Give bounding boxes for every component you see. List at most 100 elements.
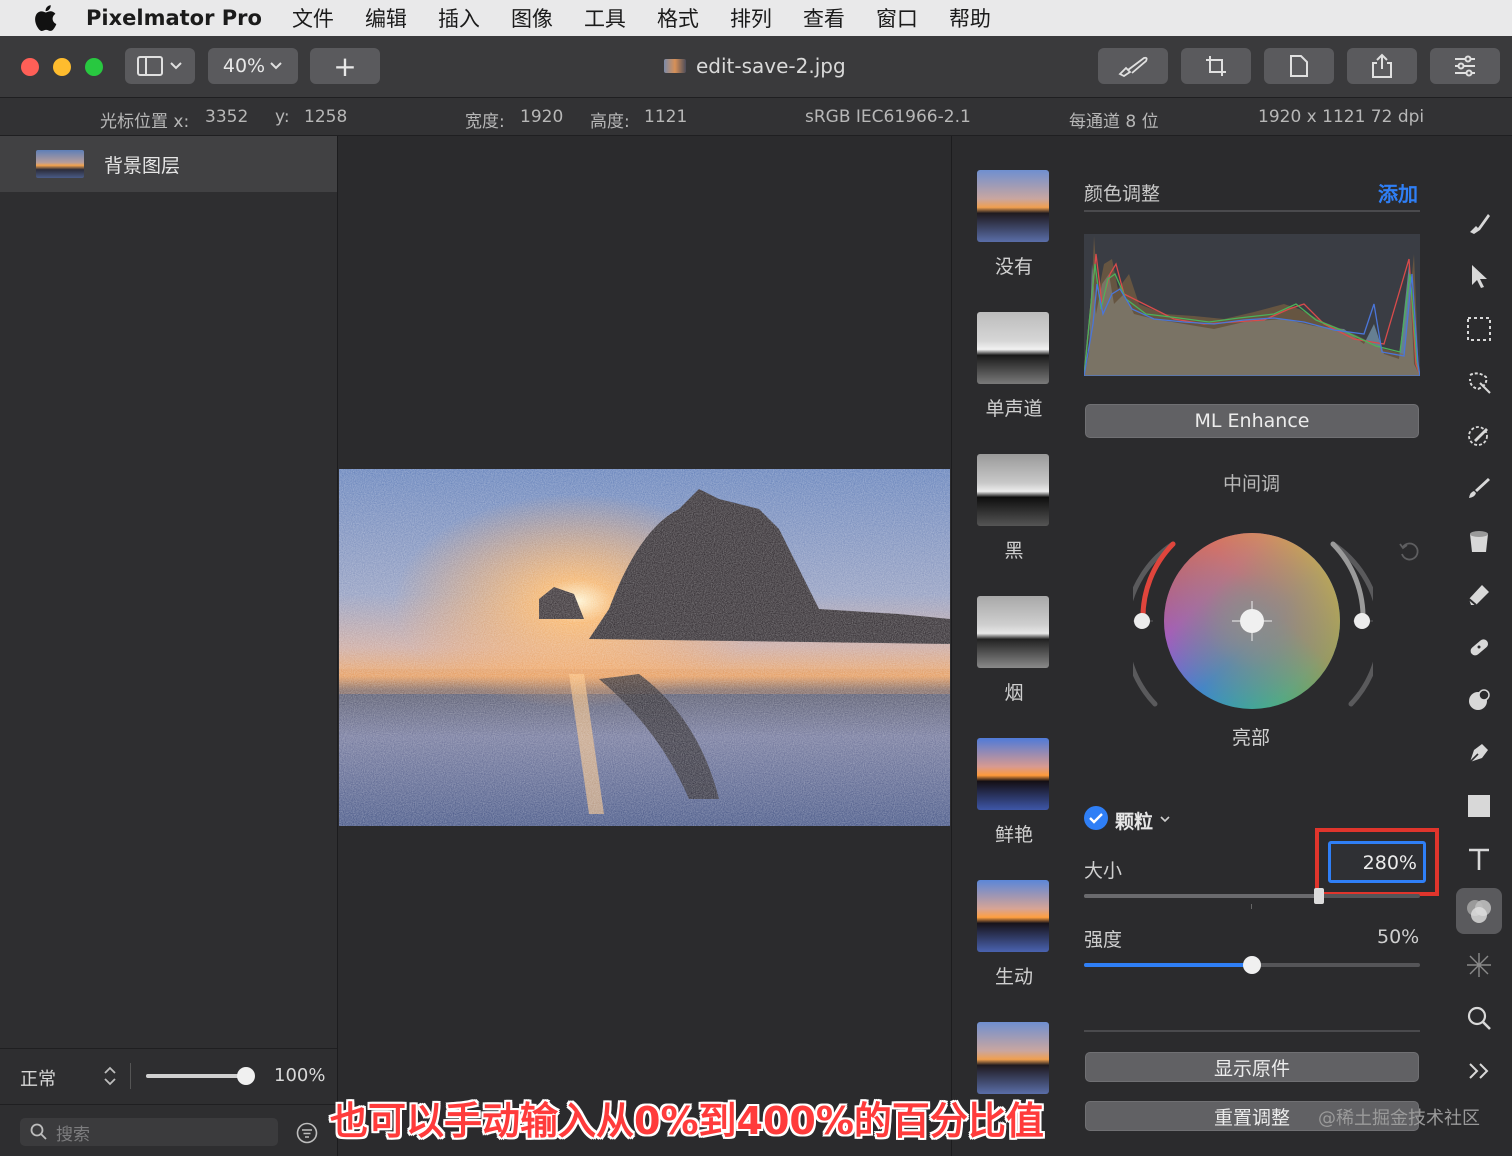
canvas-image[interactable] <box>339 469 950 826</box>
menu-help[interactable]: 帮助 <box>949 3 991 33</box>
repair-icon[interactable] <box>1464 632 1494 662</box>
shape-icon[interactable] <box>1464 791 1494 821</box>
preset-label: 烟 <box>1004 682 1024 704</box>
menu-file[interactable]: 文件 <box>292 3 334 33</box>
show-original-button[interactable]: 显示原件 <box>1085 1052 1419 1082</box>
grain-size-slider-fill <box>1084 894 1319 898</box>
filter-icon[interactable] <box>296 1122 318 1144</box>
menu-insert[interactable]: 插入 <box>438 3 480 33</box>
grain-size-input[interactable]: 280% <box>1328 841 1426 883</box>
preset-more[interactable] <box>977 1022 1051 1094</box>
preset-none[interactable]: 没有 <box>977 170 1051 279</box>
layers-sidebar: 背景图层 正常 100% 搜索 <box>0 136 338 1156</box>
menu-tools[interactable]: 工具 <box>584 3 626 33</box>
export-document-button[interactable] <box>1264 48 1334 84</box>
zoom-window-button[interactable] <box>85 58 103 76</box>
type-icon[interactable] <box>1464 844 1494 874</box>
grain-size-slider-knob[interactable] <box>1314 888 1324 904</box>
blend-mode-select[interactable]: 正常 <box>20 1065 56 1091</box>
search-field[interactable]: 搜索 <box>20 1118 278 1146</box>
document-title[interactable]: edit-save-2.jpg <box>664 54 846 78</box>
app-menu[interactable]: Pixelmator Pro <box>86 6 262 30</box>
cursor-x-label: 光标位置 x: <box>100 112 190 132</box>
preset-smoke[interactable]: 烟 <box>977 596 1051 705</box>
height-value: 1121 <box>644 107 688 127</box>
magic-select-icon[interactable] <box>1464 367 1494 397</box>
grain-strength-slider-knob[interactable] <box>1243 956 1261 974</box>
grain-enabled-checkbox[interactable] <box>1084 806 1108 830</box>
menu-arrange[interactable]: 排列 <box>730 3 772 33</box>
color-picker-icon[interactable] <box>1464 420 1494 450</box>
color-wheel-control[interactable] <box>1123 526 1383 716</box>
preset-lively[interactable]: 生动 <box>977 880 1051 989</box>
preset-thumbnail <box>977 454 1049 526</box>
preset-vivid[interactable]: 鲜艳 <box>977 738 1051 847</box>
menu-bar: Pixelmator Pro 文件 编辑 插入 图像 工具 格式 排列 查看 窗… <box>0 0 1512 36</box>
apple-menu-icon[interactable] <box>32 4 58 32</box>
arrange-pointer-icon[interactable] <box>1464 261 1494 291</box>
preset-thumbnail <box>977 738 1049 810</box>
more-tools-icon[interactable] <box>1464 1056 1494 1086</box>
tools-style-button[interactable] <box>1098 48 1168 84</box>
opacity-slider-fill <box>146 1074 246 1078</box>
grain-title[interactable]: 颗粒 <box>1115 807 1153 834</box>
share-button[interactable] <box>1347 48 1417 84</box>
highlights-label: 亮部 <box>1232 727 1271 749</box>
opacity-slider[interactable] <box>146 1067 255 1085</box>
zoom-menu-button[interactable]: 40% <box>208 48 298 84</box>
search-placeholder: 搜索 <box>56 1124 90 1145</box>
rect-select-icon[interactable] <box>1464 314 1494 344</box>
paint-brush-icon[interactable] <box>1464 473 1494 503</box>
style-brush-icon[interactable] <box>1464 208 1494 238</box>
preset-thumbnail <box>977 880 1049 952</box>
format-adjustments-button[interactable] <box>1430 48 1500 84</box>
add-button[interactable]: + <box>310 48 380 84</box>
menu-view[interactable]: 查看 <box>803 3 845 33</box>
preset-thumbnail <box>977 312 1049 384</box>
opacity-slider-knob[interactable] <box>237 1067 255 1085</box>
layer-row[interactable]: 背景图层 <box>0 136 337 192</box>
grain-size-slider[interactable] <box>1084 888 1420 909</box>
add-adjustment-button[interactable]: 添加 <box>1378 178 1418 207</box>
blend-opacity-bar: 正常 100% <box>0 1048 337 1104</box>
grain-strength-slider[interactable] <box>1084 956 1420 974</box>
preset-label: 生动 <box>994 966 1033 988</box>
minimize-window-button[interactable] <box>53 58 71 76</box>
histogram <box>1083 234 1421 377</box>
grain-strength-label: 强度 <box>1084 929 1123 951</box>
chevron-down-icon <box>270 62 282 70</box>
up-down-chevron-icon[interactable] <box>103 1065 117 1087</box>
effects-icon[interactable] <box>1464 950 1494 980</box>
menu-window[interactable]: 窗口 <box>876 3 918 33</box>
divider <box>1084 210 1420 212</box>
adjustment-presets: 没有 单声道 黑 烟 鲜艳 生动 <box>951 136 1073 1156</box>
menu-image[interactable]: 图像 <box>511 3 553 33</box>
tools-sidebar <box>1445 136 1512 1156</box>
preset-label: 没有 <box>994 256 1033 278</box>
close-window-button[interactable] <box>21 58 39 76</box>
reset-wheel-icon[interactable] <box>1398 541 1420 563</box>
canvas-area[interactable] <box>339 136 950 1156</box>
crop-icon <box>1206 56 1226 76</box>
eraser-icon[interactable] <box>1464 579 1494 609</box>
fill-bucket-icon[interactable] <box>1464 526 1494 556</box>
crop-button[interactable] <box>1181 48 1251 84</box>
window-toolbar: 40% + edit-save-2.jpg <box>0 36 1512 98</box>
preset-black[interactable]: 黑 <box>977 454 1051 563</box>
document-icon <box>664 59 686 73</box>
retouch-icon[interactable] <box>1464 685 1494 715</box>
pen-icon[interactable] <box>1464 738 1494 768</box>
zoom-icon[interactable] <box>1464 1003 1494 1033</box>
cursor-y-value: 1258 <box>304 107 348 127</box>
width-value: 1920 <box>520 107 564 127</box>
menu-format[interactable]: 格式 <box>657 3 699 33</box>
menu-edit[interactable]: 编辑 <box>365 3 407 33</box>
paint-brush-icon <box>1118 56 1148 77</box>
ml-enhance-button[interactable]: ML Enhance <box>1085 404 1419 438</box>
color-adjust-icon[interactable] <box>1456 888 1502 934</box>
preset-thumbnail <box>977 1022 1049 1094</box>
preset-mono[interactable]: 单声道 <box>977 312 1051 421</box>
chevron-down-icon[interactable] <box>1159 814 1171 824</box>
sidebar-toggle-button[interactable] <box>125 48 195 84</box>
layer-name: 背景图层 <box>104 154 181 177</box>
